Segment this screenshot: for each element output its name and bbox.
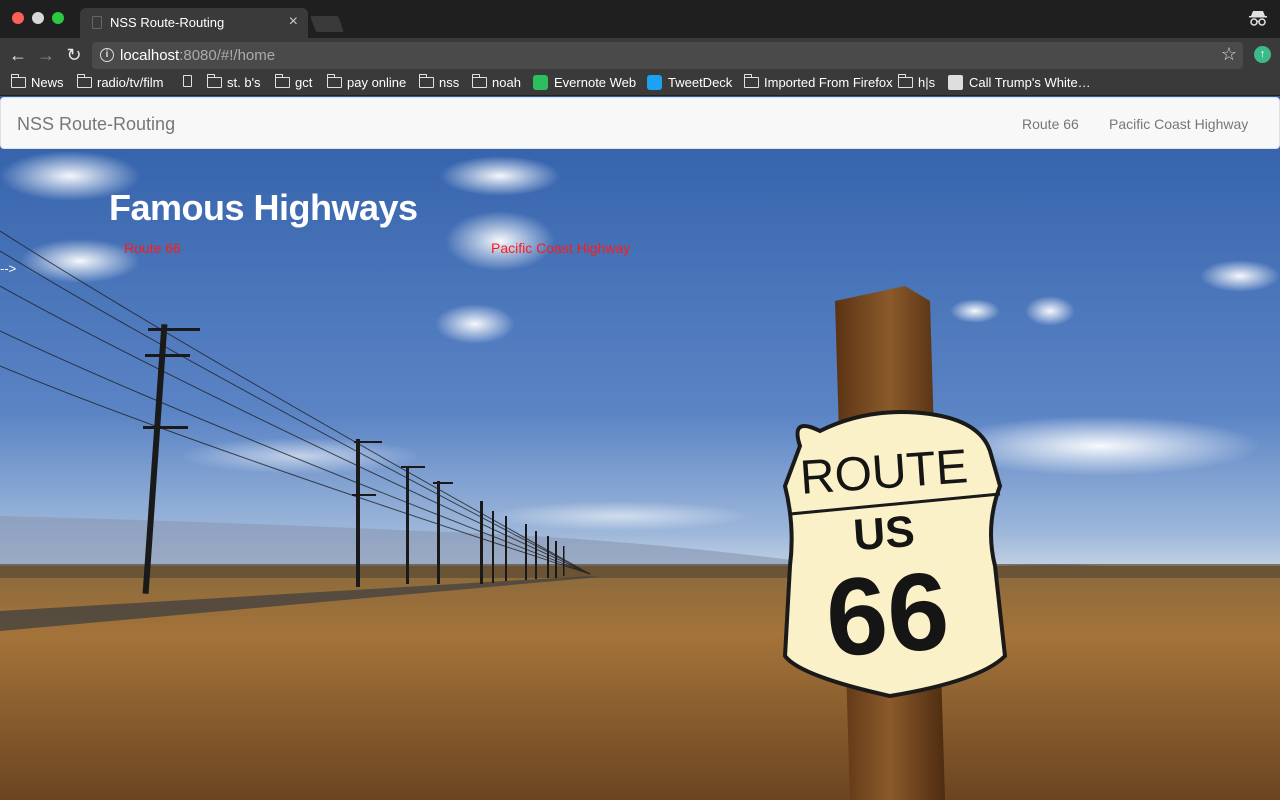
hero-link-route-66[interactable]: Route 66 <box>124 240 181 256</box>
folder-icon <box>206 74 222 88</box>
bookmark-pay-online[interactable]: pay online <box>326 74 407 90</box>
navbar-brand[interactable]: NSS Route-Routing <box>17 114 175 135</box>
folder-icon <box>274 74 290 88</box>
new-tab-button[interactable] <box>310 16 344 32</box>
stray-comment-text: --> <box>0 261 17 276</box>
folder-icon <box>418 74 434 88</box>
tweetdeck-icon <box>647 75 662 90</box>
bookmark-label: News <box>31 75 64 90</box>
tab-title: NSS Route-Routing <box>110 15 225 30</box>
bookmark-noah[interactable]: noah <box>471 74 521 90</box>
reload-icon[interactable]: ↻ <box>62 43 86 67</box>
page-icon <box>92 16 102 29</box>
bookmark-label: Imported From Firefox <box>764 75 893 90</box>
bookmark-call-trump[interactable]: Call Trump's White… <box>948 75 1091 90</box>
bookmark-label: h|s <box>918 75 936 90</box>
minimize-window-button[interactable] <box>32 12 44 24</box>
url-host: localhost <box>120 47 180 64</box>
bookmark-evernote[interactable]: Evernote Web <box>533 75 636 90</box>
info-icon[interactable]: i <box>100 48 114 62</box>
sign-66-text: 66 <box>822 549 953 680</box>
nav-link-pacific-coast-highway[interactable]: Pacific Coast Highway <box>1109 116 1248 132</box>
browser-toolbar: ← → ↻ i localhost:8080/#!/home ☆ ↑ <box>0 38 1280 72</box>
extension-icon[interactable]: ↑ <box>1254 46 1271 63</box>
folder-icon <box>326 74 342 88</box>
nav-link-route-66[interactable]: Route 66 <box>1022 116 1079 132</box>
bookmark-label: noah <box>492 75 521 90</box>
bookmark-imported-firefox[interactable]: Imported From Firefox <box>743 74 893 90</box>
bookmark-nss[interactable]: nss <box>418 74 460 90</box>
folder-icon <box>10 74 26 88</box>
page-icon <box>183 75 192 87</box>
incognito-icon <box>1249 11 1267 26</box>
forward-icon[interactable]: → <box>34 43 58 67</box>
bookmark-news[interactable]: News <box>10 74 64 90</box>
bookmark-radio-tv-film[interactable]: radio/tv/film <box>76 74 164 90</box>
back-icon[interactable]: ← <box>6 43 30 67</box>
bookmark-star-icon[interactable]: ☆ <box>1221 44 1237 65</box>
folder-icon <box>897 74 913 88</box>
site-navbar: NSS Route-Routing Route 66 Pacific Coast… <box>0 97 1280 149</box>
folder-icon <box>76 74 92 88</box>
browser-tab[interactable]: NSS Route-Routing × <box>80 8 308 38</box>
bookmark-label: radio/tv/film <box>97 75 164 90</box>
maximize-window-button[interactable] <box>52 12 64 24</box>
bookmark-gct[interactable]: gct <box>274 74 313 90</box>
address-bar[interactable]: i localhost:8080/#!/home ☆ <box>92 42 1243 69</box>
close-tab-icon[interactable]: × <box>289 13 298 31</box>
bookmark-hs[interactable]: h|s <box>897 74 936 90</box>
bookmark-label: gct <box>295 75 313 90</box>
folder-icon <box>743 74 759 88</box>
url-path: :8080/#!/home <box>179 47 276 64</box>
bookmark-label: pay online <box>347 75 407 90</box>
bookmark-st-bs[interactable]: st. b's <box>206 74 261 90</box>
white-house-icon <box>948 75 963 90</box>
evernote-icon <box>533 75 548 90</box>
page-title: Famous Highways <box>109 187 418 228</box>
bookmark-tweetdeck[interactable]: TweetDeck <box>647 75 732 90</box>
hero-link-pacific-coast-highway[interactable]: Pacific Coast Highway <box>491 240 630 256</box>
bookmark-label: Evernote Web <box>554 75 637 90</box>
folder-icon <box>471 74 487 88</box>
bookmark-label: Call Trump's White… <box>969 75 1091 90</box>
page-viewport: ROUTE US 66 NSS Route-Routing Route 66 P… <box>0 96 1280 800</box>
bookmark-label: nss <box>439 75 460 90</box>
bookmark-label: TweetDeck <box>668 75 733 90</box>
bookmark-page[interactable] <box>183 75 192 87</box>
bookmark-label: st. b's <box>227 75 261 90</box>
url-text[interactable]: localhost:8080/#!/home <box>120 47 275 64</box>
tab-strip: NSS Route-Routing × <box>0 0 1280 38</box>
bookmarks-bar: News radio/tv/film st. b's gct pay onlin… <box>0 72 1280 95</box>
close-window-button[interactable] <box>12 12 24 24</box>
